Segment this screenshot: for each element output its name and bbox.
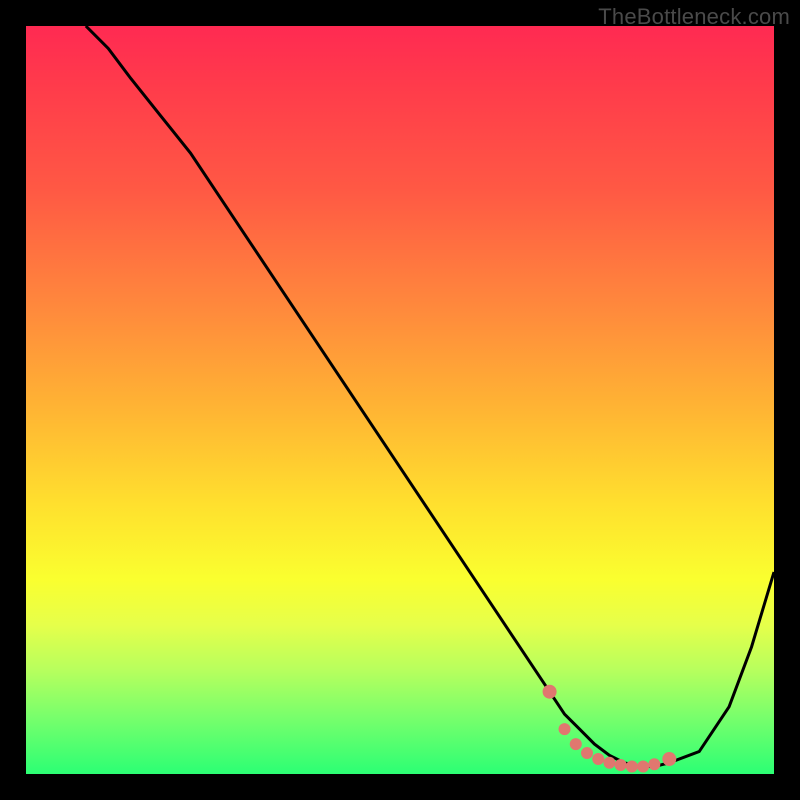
highlight-dot [581, 747, 593, 759]
highlight-dot [570, 738, 582, 750]
highlight-dot [603, 757, 615, 769]
plot-area [26, 26, 774, 774]
watermark-text: TheBottleneck.com [598, 4, 790, 30]
chart-container: TheBottleneck.com [0, 0, 800, 800]
chart-svg [26, 26, 774, 774]
highlight-dot [543, 685, 557, 699]
highlight-dot [592, 753, 604, 765]
main-curve [86, 26, 774, 767]
highlight-dot [648, 758, 660, 770]
highlight-dot [559, 723, 571, 735]
highlight-dot [637, 761, 649, 773]
highlight-dots [543, 685, 677, 773]
highlight-dot [662, 752, 676, 766]
highlight-dot [626, 761, 638, 773]
highlight-dot [615, 759, 627, 771]
